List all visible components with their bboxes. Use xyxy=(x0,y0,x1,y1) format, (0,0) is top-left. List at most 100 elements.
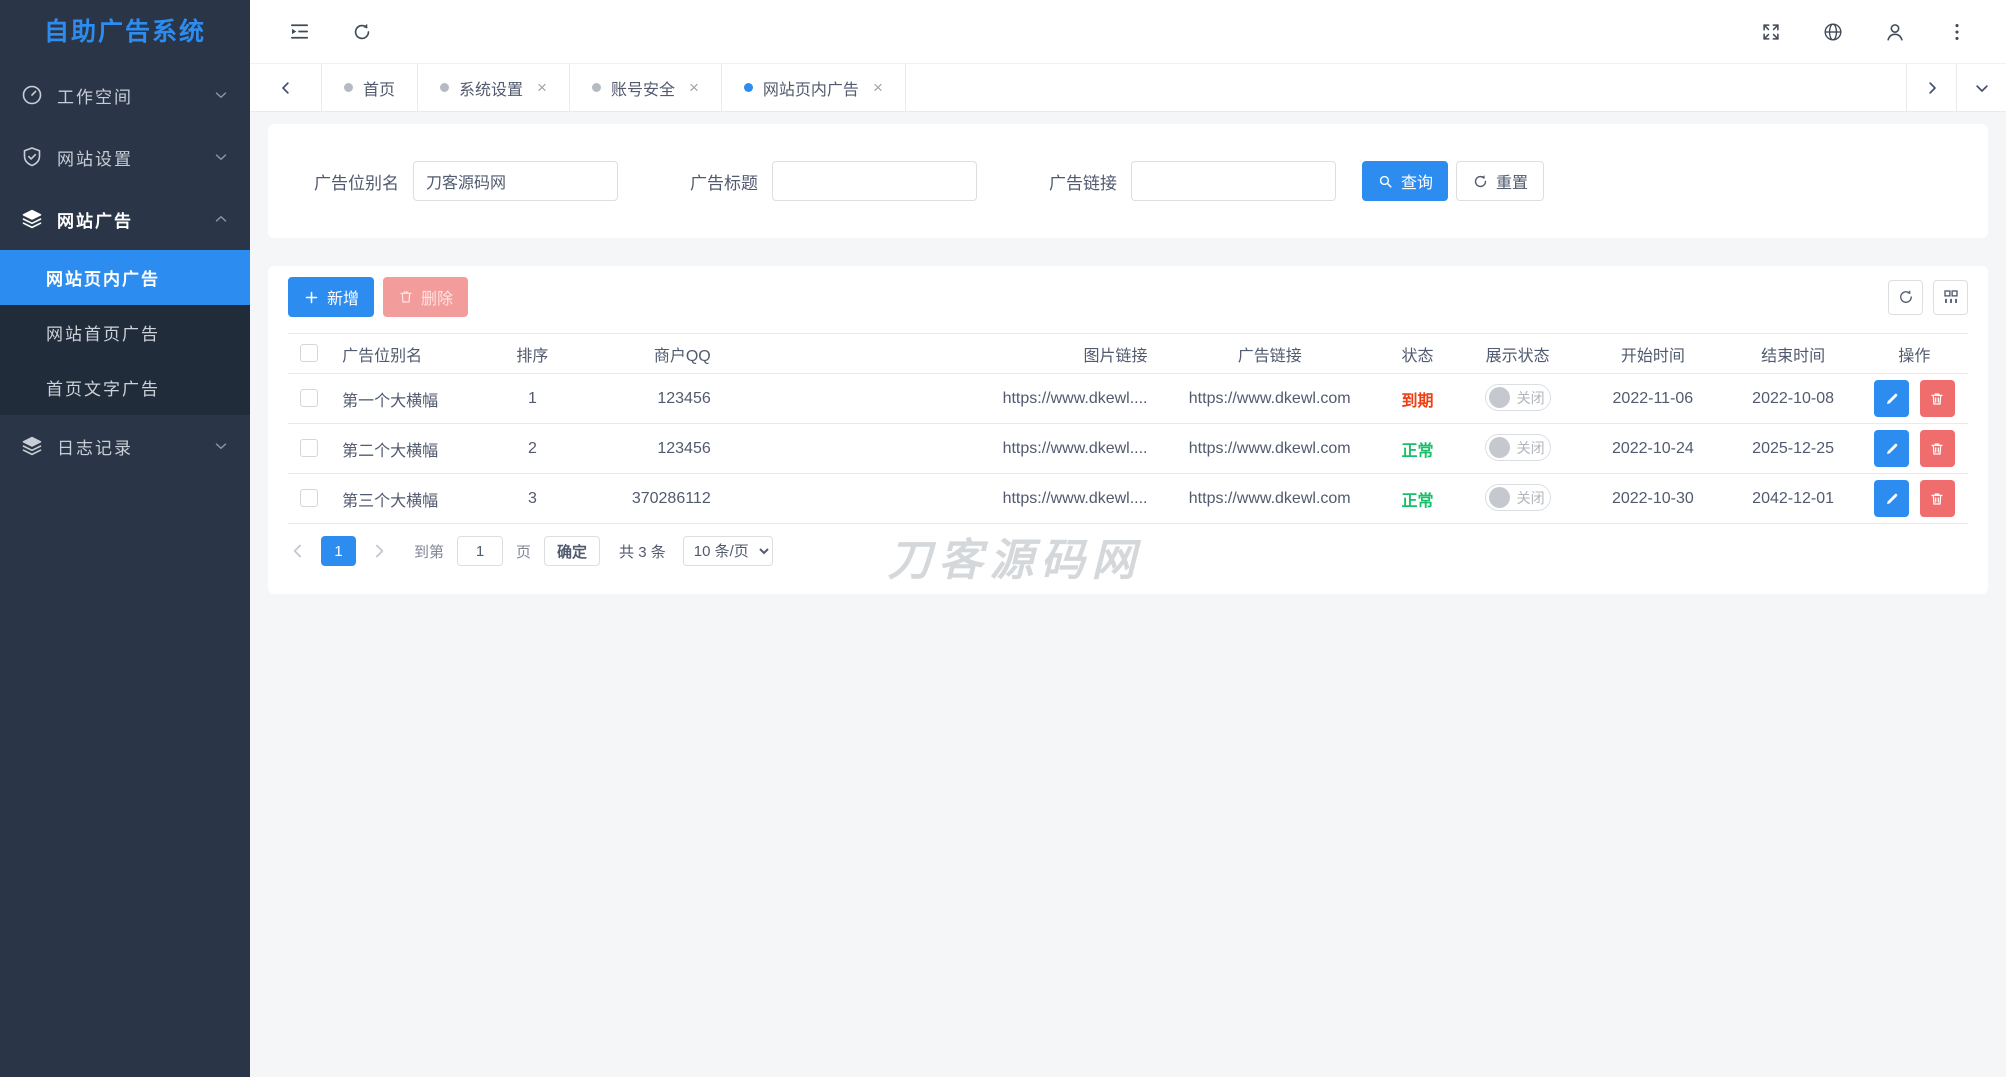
reset-button-label: 重置 xyxy=(1496,169,1528,193)
tab-home[interactable]: 首页 xyxy=(322,64,418,111)
select-all-checkbox[interactable] xyxy=(300,344,318,362)
goto-page-label: 到第 xyxy=(414,541,444,562)
cell-status: 到期 xyxy=(1380,374,1455,424)
ad-link-input[interactable] xyxy=(1131,161,1336,201)
sidebar-item-workspace[interactable]: 工作空间 xyxy=(0,64,250,126)
sidebar-subitem-home-text-ads[interactable]: 首页文字广告 xyxy=(0,360,250,415)
more-vertical-icon[interactable] xyxy=(1946,21,1968,43)
delete-trash-icon xyxy=(1929,391,1945,407)
delete-button-label: 删除 xyxy=(421,285,453,309)
ad-slot-alias-input[interactable] xyxy=(413,161,618,201)
user-icon[interactable] xyxy=(1884,21,1906,43)
chevron-down-icon xyxy=(212,148,230,166)
ads-table: 广告位别名 排序 商户QQ 图片链接 广告链接 状态 展示状态 开始时间 结束时… xyxy=(288,333,1968,524)
edit-button[interactable] xyxy=(1874,430,1909,467)
reset-refresh-icon xyxy=(1472,173,1489,190)
cell-ad-link: https://www.dkewl.com xyxy=(1160,424,1380,474)
cell-image-link: https://www.dkewl.... xyxy=(723,374,1160,424)
delete-trash-icon xyxy=(1929,441,1945,457)
cell-status: 正常 xyxy=(1380,474,1455,524)
sidebar-item-label: 日志记录 xyxy=(57,434,212,459)
edit-pencil-icon xyxy=(1884,441,1900,457)
edit-button[interactable] xyxy=(1874,380,1909,417)
dashboard-gauge-icon xyxy=(20,83,44,107)
chevron-up-icon xyxy=(212,210,230,228)
row-checkbox[interactable] xyxy=(300,439,318,457)
display-state-toggle[interactable]: 关闭 xyxy=(1485,384,1551,411)
cell-ad-slot-alias: 第一个大横幅 xyxy=(330,374,472,424)
query-button-label: 查询 xyxy=(1401,169,1433,193)
tabs-scroll-left-button[interactable] xyxy=(250,64,322,111)
delete-row-button[interactable] xyxy=(1920,480,1955,517)
tab-close-icon[interactable]: × xyxy=(537,79,547,96)
chevron-down-icon xyxy=(212,437,230,455)
toggle-label: 关闭 xyxy=(1517,488,1545,508)
query-button[interactable]: 查询 xyxy=(1362,161,1448,201)
fullscreen-icon[interactable] xyxy=(1760,21,1782,43)
ad-title-input[interactable] xyxy=(772,161,977,201)
tab-account-security[interactable]: 账号安全 × xyxy=(570,64,722,111)
col-display-state: 展示状态 xyxy=(1455,334,1580,374)
search-panel: 广告位别名 广告标题 广告链接 查询 重置 xyxy=(268,124,1988,238)
sidebar-item-site-ads[interactable]: 网站广告 xyxy=(0,188,250,250)
sidebar-item-logs[interactable]: 日志记录 xyxy=(0,415,250,477)
tabs-menu-button[interactable] xyxy=(1956,64,2006,111)
cell-merchant-qq: 123456 xyxy=(593,374,723,424)
sidebar-item-label: 网站广告 xyxy=(57,207,212,232)
ad-slot-alias-label: 广告位别名 xyxy=(314,169,399,194)
goto-confirm-button[interactable]: 确定 xyxy=(544,536,600,566)
toggle-label: 关闭 xyxy=(1517,438,1545,458)
display-state-toggle[interactable]: 关闭 xyxy=(1485,484,1551,511)
row-checkbox[interactable] xyxy=(300,489,318,507)
col-actions: 操作 xyxy=(1861,334,1968,374)
tab-label: 账号安全 xyxy=(611,76,675,100)
add-button[interactable]: 新增 xyxy=(288,277,374,317)
page-content: 广告位别名 广告标题 广告链接 查询 重置 xyxy=(250,112,2006,1077)
tabs-scroll-right-button[interactable] xyxy=(1906,64,1956,111)
page-unit-label: 页 xyxy=(516,541,531,562)
tab-close-icon[interactable]: × xyxy=(689,79,699,96)
page-size-select[interactable]: 10 条/页 xyxy=(683,536,773,566)
main-area: 首页 系统设置 × 账号安全 × 网站页内广告 × xyxy=(250,0,2006,1077)
cell-image-link: https://www.dkewl.... xyxy=(723,474,1160,524)
col-start-time: 开始时间 xyxy=(1580,334,1725,374)
ad-title-label: 广告标题 xyxy=(690,169,758,194)
next-page-button[interactable] xyxy=(369,541,389,561)
delete-button[interactable]: 删除 xyxy=(383,277,468,317)
col-order: 排序 xyxy=(472,334,592,374)
cell-merchant-qq: 123456 xyxy=(593,424,723,474)
display-state-toggle[interactable]: 关闭 xyxy=(1485,434,1551,461)
cell-ad-slot-alias: 第三个大横幅 xyxy=(330,474,472,524)
cell-ad-link: https://www.dkewl.com xyxy=(1160,374,1380,424)
reset-button[interactable]: 重置 xyxy=(1456,161,1544,201)
delete-row-button[interactable] xyxy=(1920,380,1955,417)
toggle-knob-icon xyxy=(1489,387,1510,408)
col-status: 状态 xyxy=(1380,334,1455,374)
refresh-icon[interactable] xyxy=(351,21,373,43)
goto-page-input[interactable] xyxy=(457,536,503,566)
layers-icon xyxy=(20,207,44,231)
cell-end-time: 2042-12-01 xyxy=(1725,474,1860,524)
row-checkbox[interactable] xyxy=(300,389,318,407)
ad-link-label: 广告链接 xyxy=(1049,169,1117,194)
sidebar-item-site-settings[interactable]: 网站设置 xyxy=(0,126,250,188)
layers-icon xyxy=(20,434,44,458)
delete-trash-icon xyxy=(1929,491,1945,507)
tab-close-icon[interactable]: × xyxy=(873,79,883,96)
column-settings-button[interactable] xyxy=(1933,280,1968,315)
sidebar-subitem-inpage-ads[interactable]: 网站页内广告 xyxy=(0,250,250,305)
tab-inpage-ads[interactable]: 网站页内广告 × xyxy=(722,64,906,111)
cell-image-link: https://www.dkewl.... xyxy=(723,424,1160,474)
delete-row-button[interactable] xyxy=(1920,430,1955,467)
edit-button[interactable] xyxy=(1874,480,1909,517)
page-number-button[interactable]: 1 xyxy=(321,536,356,566)
globe-icon[interactable] xyxy=(1822,21,1844,43)
tab-system-settings[interactable]: 系统设置 × xyxy=(418,64,570,111)
menu-fold-icon[interactable] xyxy=(288,20,311,43)
table-refresh-button[interactable] xyxy=(1888,280,1923,315)
table-row: 第三个大横幅 3 370286112 https://www.dkewl....… xyxy=(288,474,1968,524)
total-count-label: 共 3 条 xyxy=(619,541,666,562)
toggle-label: 关闭 xyxy=(1517,388,1545,408)
prev-page-button[interactable] xyxy=(288,541,308,561)
sidebar-subitem-homepage-ads[interactable]: 网站首页广告 xyxy=(0,305,250,360)
